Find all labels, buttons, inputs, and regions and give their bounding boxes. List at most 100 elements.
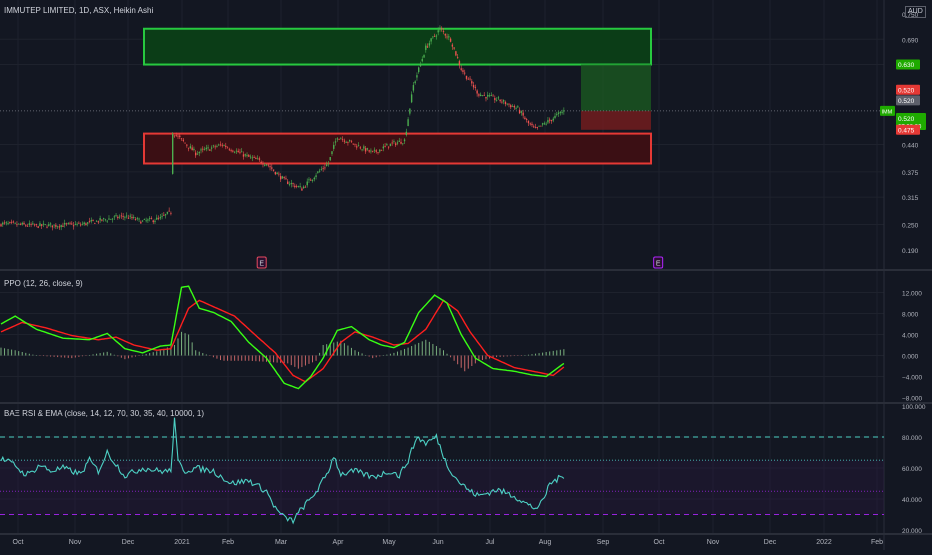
candle-body [207,147,209,149]
ppo-histogram-bar [517,355,519,356]
candle-body [30,224,32,225]
ppo-histogram-bar [365,354,367,356]
candle-body [173,135,176,137]
currency-label[interactable]: AUD [905,6,926,18]
chart-canvas[interactable]: EE 0.7500.6900.4400.3750.3150.2500.19012… [0,0,932,550]
candle-body [218,144,220,146]
candle-body [212,145,215,147]
candle-body [517,106,519,108]
candle-body [318,170,321,172]
ppo-histogram-bar [527,354,529,356]
ppo-histogram-bar [202,353,204,356]
candle-body [58,226,61,228]
candle-body [343,140,346,142]
chart-stage[interactable]: EE 0.750 0.690 0.440 0.375 0.315 0.250 0.190 12… [0,0,932,550]
candle-body [262,163,264,165]
candle-body [72,225,75,227]
ppo-histogram-bar [173,345,175,356]
candle-body [12,221,15,223]
candle-body [359,147,362,149]
ppo-histogram-bar [290,355,292,366]
earnings-event-label: E [656,261,661,268]
candle-body [156,217,158,220]
candle-body [292,183,294,184]
ppo-histogram-bar [152,352,154,356]
time-tick-label: Mar [275,539,288,546]
ppo-histogram-bar [205,354,207,356]
ppo-histogram-bar [322,345,324,356]
candle-body [419,63,422,67]
candle-body [104,219,107,221]
candle-body [177,135,179,137]
candle-body [456,57,459,59]
candle-body [368,150,370,152]
candle-body [214,146,216,148]
ppo-histogram-bar [81,355,83,357]
candle-body [237,150,239,153]
candle-body [219,144,222,146]
candle-body [67,222,69,224]
candle-body [0,224,2,227]
candle-body [210,147,213,149]
candle-body [310,179,312,181]
candle-body [533,126,535,128]
ppo-histogram-bar [181,331,183,356]
ppo-histogram-bar [457,355,459,365]
ppo-histogram-bar [283,355,285,364]
candle-body [421,59,423,62]
candle-body [375,150,377,152]
candle-body [423,55,425,58]
ppo-histogram-bar [191,342,193,356]
ppo-histogram-bar [269,355,271,363]
ppo-histogram-bar [559,349,561,356]
candle-body [410,94,413,103]
target-price-badge: 0.630 [898,62,915,69]
candle-body [398,140,400,142]
candle-body [402,143,404,145]
resistance-zone [143,27,652,66]
ppo-tick-label: −4.000 [902,375,922,382]
candle-body [304,186,307,188]
ppo-histogram-bar [358,351,360,356]
ppo-histogram-bar [39,355,41,356]
candle-body [184,142,186,144]
candle-body [515,107,517,109]
candle-body [81,223,84,225]
candle-body [180,138,183,140]
price-tick-label: 0.315 [902,195,919,202]
candle-body [336,138,338,140]
candle-body [9,222,11,223]
candle-body [308,179,310,181]
candle-body [271,167,273,169]
ppo-histogram-bar [506,355,508,357]
ppo-histogram-bar [404,348,406,356]
candle-body [458,61,461,66]
ppo-histogram-bar [361,353,363,356]
ppo-histogram-bar [524,355,526,356]
candle-body [179,135,181,138]
candle-body [556,114,558,116]
candle-body [451,44,454,47]
candle-body [101,219,103,221]
candle-body [35,224,38,225]
ppo-histogram-bar [92,354,94,356]
time-tick-label: Nov [707,539,720,546]
candle-body [347,141,349,143]
candle-body [437,30,439,33]
candle-body [295,185,298,187]
candle-body [557,112,560,114]
candle-body [191,147,193,151]
candle-body [531,123,533,126]
candle-body [382,146,385,149]
rsi-title: BAΞ RSI & EMA (close, 14, 12, 70, 30, 35… [4,409,204,418]
ppo-histogram-bar [368,355,370,357]
ppo-histogram-bar [513,355,515,357]
ppo-histogram-bar [450,355,452,358]
candle-body [488,95,491,97]
ppo-histogram-bar [138,355,140,356]
candle-body [405,131,408,136]
candle-body [242,154,245,157]
candle-body [37,226,39,228]
ppo-histogram-bar [127,355,129,359]
ppo-histogram-bar [407,347,409,356]
